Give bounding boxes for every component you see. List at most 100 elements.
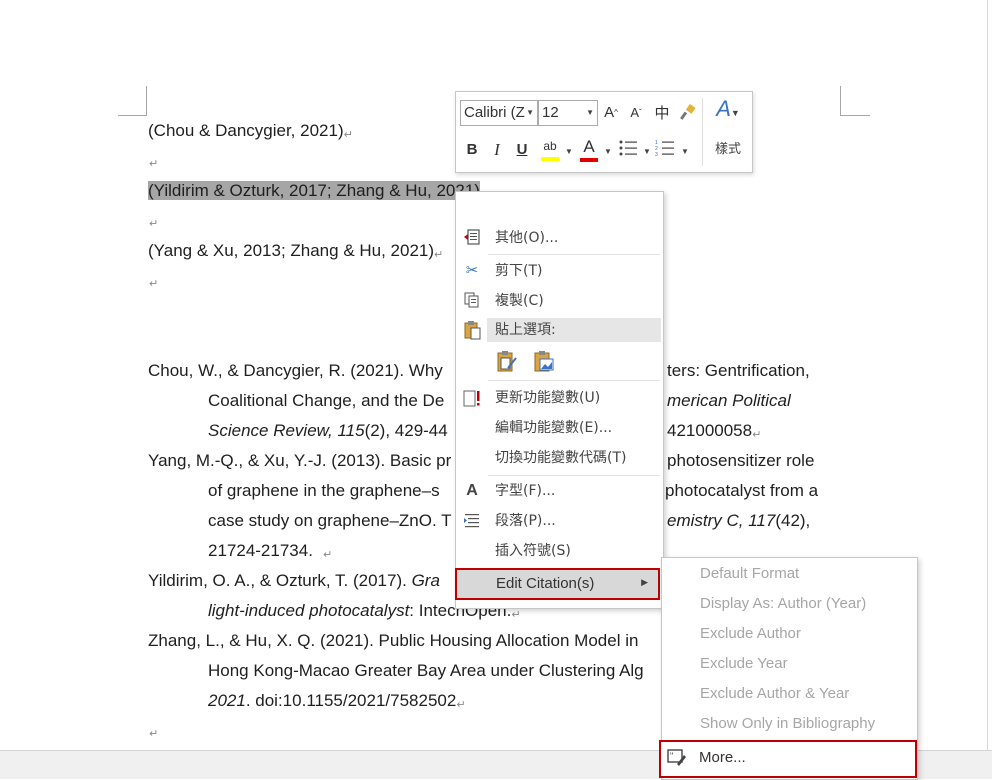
menu-label: 複製(C) — [495, 293, 544, 309]
bib-text: Coalitional Change, and the De — [208, 391, 445, 410]
bib-text: of graphene in the graphene–s — [208, 481, 440, 500]
numbered-list-icon: 123 — [655, 140, 674, 158]
bib-text-italic: Gra — [411, 571, 440, 590]
menu-item-font[interactable]: A 字型(F)... — [456, 477, 663, 505]
bib-zhang-line-2[interactable]: Hong Kong-Macao Greater Bay Area under C… — [208, 660, 644, 682]
menu-item-edit-field[interactable]: 編輯功能變數(E)... — [456, 414, 663, 442]
chevron-down-icon[interactable]: ▼ — [681, 147, 689, 156]
paste-keep-formatting-icon — [497, 351, 517, 372]
bib-chou-line-1-end[interactable]: ters: Gentrification, — [667, 360, 810, 382]
bib-yang-line-4[interactable]: 21724-21734. ↵ — [208, 540, 332, 562]
submenu-item-more[interactable]: " More... — [659, 740, 917, 778]
menu-label: 字型(F)... — [495, 483, 556, 499]
chevron-down-icon[interactable]: ▼ — [643, 147, 651, 156]
menu-item-paste-options: 貼上選項: — [456, 316, 663, 344]
bib-text-italic: light-induced photocatalyst — [208, 601, 410, 620]
numbering-button[interactable]: 123 — [654, 139, 676, 163]
chevron-down-icon[interactable]: ▼ — [604, 147, 612, 156]
bib-text-italic: 2021 — [208, 691, 246, 710]
font-color-button[interactable]: A — [579, 137, 599, 162]
bib-zhang-line-3[interactable]: 2021. doi:10.1155/2021/7582502↵ — [208, 690, 466, 712]
menu-label: 更新功能變數(U) — [495, 390, 601, 406]
menu-item-update-field[interactable]: 更新功能變數(U) — [456, 384, 663, 412]
paragraph-mark: ↵ — [456, 699, 466, 711]
grow-font-button[interactable]: A^ — [602, 103, 620, 123]
font-icon: A — [466, 482, 478, 499]
paste-keep-formatting-button[interactable] — [496, 350, 518, 374]
phonetic-guide-button[interactable]: 中 — [652, 103, 672, 123]
bib-text: 21724-21734. — [208, 541, 313, 560]
citation-line-2[interactable]: (Yildirim & Ozturk, 2017; Zhang & Hu, 20… — [148, 180, 480, 202]
paragraph-mark: ↵ — [149, 158, 159, 170]
bib-zhang-line-1[interactable]: Zhang, L., & Hu, X. Q. (2021). Public Ho… — [148, 630, 638, 652]
crop-mark-top-right-vertical — [840, 86, 841, 116]
down-caret-icon: ˇ — [639, 108, 642, 117]
highlighter-icon: ab — [543, 139, 557, 153]
up-caret-icon: ^ — [614, 108, 618, 117]
selected-citation-text[interactable]: (Yildirim & Ozturk, 2017; Zhang & Hu, 20… — [148, 181, 480, 200]
font-size-dropdown[interactable]: 12 ▼ — [538, 100, 598, 126]
underline-button[interactable]: U — [514, 140, 530, 160]
bib-yang-line-1[interactable]: Yang, M.-Q., & Xu, Y.-J. (2013). Basic p… — [148, 450, 451, 472]
submenu-item-default-format: Default Format — [700, 565, 800, 582]
citation-line-1[interactable]: (Chou & Dancygier, 2021)↵ — [148, 120, 353, 142]
citation-text-chou[interactable]: (Chou & Dancygier, 2021) — [148, 121, 344, 140]
bib-yildirim-line-1[interactable]: Yildirim, O. A., & Ozturk, T. (2017). Gr… — [148, 570, 440, 592]
bib-yang-line-2[interactable]: of graphene in the graphene–s — [208, 480, 440, 502]
edit-citation-icon: " — [666, 747, 686, 767]
bib-text-italic: emistry C, 117 — [667, 511, 776, 530]
bib-text: case study on graphene–ZnO. T — [208, 511, 452, 530]
bib-chou-line-1[interactable]: Chou, W., & Dancygier, R. (2021). Why — [148, 360, 443, 382]
bold-button[interactable]: B — [464, 140, 480, 160]
font-name-dropdown[interactable]: Calibri (Z ▼ — [460, 100, 538, 126]
bib-yang-line-3-end[interactable]: emistry C, 117(42), — [667, 510, 810, 532]
italic-button[interactable]: I — [489, 140, 505, 160]
context-menu: 其他(O)... ✂ 剪下(T) 複製(C) 貼上選項: 更新功能變數(U) 編… — [455, 191, 664, 609]
menu-item-other[interactable]: 其他(O)... — [456, 224, 663, 252]
bib-chou-line-3[interactable]: Science Review, 115(2), 429-44 — [208, 420, 448, 442]
bib-text: Chou, W., & Dancygier, R. (2021). Why — [148, 361, 443, 380]
bib-text: (2), 429-44 — [364, 421, 448, 440]
bib-chou-line-3-end[interactable]: 421000058↵ — [667, 420, 761, 442]
paste-picture-button[interactable] — [533, 350, 555, 374]
menu-item-paragraph[interactable]: 段落(P)... — [456, 507, 663, 535]
clipboard-list-icon — [462, 228, 482, 248]
bullets-button[interactable] — [617, 139, 639, 163]
bib-text: photosensitizer role — [667, 451, 815, 470]
menu-label: 切換功能變數代碼(T) — [495, 450, 627, 466]
shrink-font-button[interactable]: Aˇ — [627, 103, 645, 123]
styles-button[interactable]: A▼ — [711, 96, 745, 123]
paragraph-mark: ↵ — [149, 218, 159, 230]
paragraph-mark: ↵ — [752, 429, 762, 441]
styles-icon: A — [716, 96, 731, 121]
chevron-down-icon[interactable]: ▼ — [565, 147, 573, 156]
shrink-font-icon: A — [630, 105, 639, 120]
citation-line-3[interactable]: (Yang & Xu, 2013; Zhang & Hu, 2021)↵ — [148, 240, 443, 262]
menu-item-cut[interactable]: ✂ 剪下(T) — [456, 257, 663, 285]
bib-text-italic: Science Review, 115 — [208, 421, 365, 440]
chevron-down-icon: ▼ — [730, 108, 740, 118]
menu-label: 貼上選項: — [495, 322, 556, 338]
bib-text-italic: merican Political — [667, 391, 791, 410]
menu-item-insert-symbol[interactable]: 插入符號(S) — [456, 537, 663, 565]
grow-font-icon: A — [604, 104, 615, 121]
bib-chou-line-2[interactable]: Coalitional Change, and the De — [208, 390, 444, 412]
paragraph-mark: ↵ — [149, 728, 159, 740]
copy-icon — [462, 291, 482, 311]
bib-yang-line-1-end[interactable]: photosensitizer role — [667, 450, 814, 472]
citation-submenu: Default Format Display As: Author (Year)… — [659, 557, 918, 780]
citation-text-yang[interactable]: (Yang & Xu, 2013; Zhang & Hu, 2021) — [148, 241, 434, 260]
phonetic-icon: 中 — [654, 104, 670, 122]
menu-item-copy[interactable]: 複製(C) — [456, 287, 663, 315]
scissors-icon: ✂ — [465, 262, 479, 279]
svg-text:3: 3 — [655, 152, 658, 157]
menu-item-edit-citations[interactable]: Edit Citation(s) ▶ — [455, 568, 660, 600]
bib-chou-line-2-end[interactable]: merican Political — [667, 390, 791, 412]
menu-label: Edit Citation(s) — [496, 575, 595, 592]
paragraph-mark: ↵ — [322, 549, 333, 561]
highlight-button[interactable]: ab — [539, 136, 561, 161]
bib-yang-line-2-end[interactable]: photocatalyst from a — [665, 480, 818, 502]
format-painter-button[interactable] — [677, 103, 697, 127]
bib-yang-line-3[interactable]: case study on graphene–ZnO. T — [208, 510, 452, 532]
menu-item-toggle-field-codes[interactable]: 切換功能變數代碼(T) — [456, 444, 663, 472]
